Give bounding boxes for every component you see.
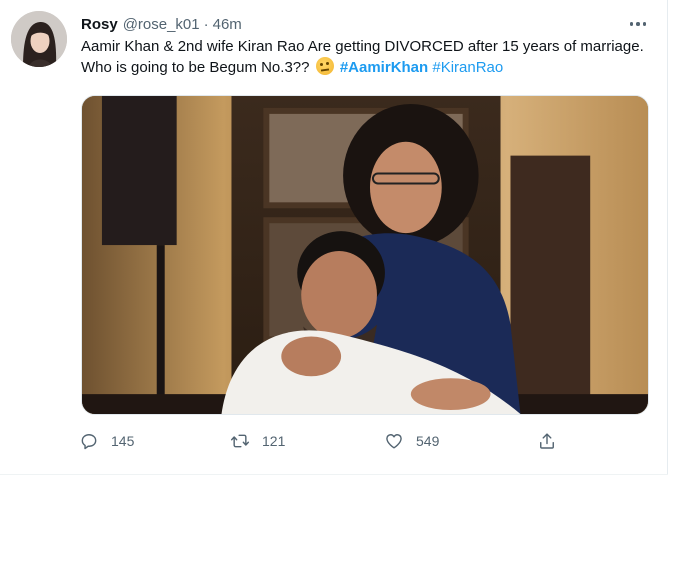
tweet[interactable]: Rosy @rose_k01 · 46m Aamir Khan & 2nd wi… [0,0,668,570]
share-icon [540,433,554,449]
thinking-face-icon [315,57,334,75]
more-icon[interactable] [626,14,650,34]
hashtag-kiranrao[interactable]: #KiranRao [432,59,503,76]
tweet-photo[interactable] [81,95,649,415]
author-name[interactable]: Rosy [81,16,118,33]
reply-count: 145 [111,433,135,449]
retweet-count: 121 [262,433,286,449]
separator-dot: · [203,15,209,33]
column-divider [667,0,668,475]
share-button[interactable] [537,428,557,454]
retweet-button[interactable]: 121 [230,428,285,454]
tweet-header: Rosy @rose_k01 · 46m [81,13,242,35]
timestamp[interactable]: 46m [213,16,242,33]
tweet-text: Aamir Khan & 2nd wife Kiran Rao Are gett… [81,36,651,78]
like-icon [386,434,402,449]
hashtag-aamirkhan[interactable]: #AamirKhan [340,59,428,76]
like-count: 549 [416,433,440,449]
avatar[interactable] [11,11,67,67]
retweet-icon [230,434,250,448]
tweet-divider [0,474,668,475]
reply-button[interactable]: 145 [79,428,134,454]
like-button[interactable]: 549 [384,428,439,454]
reply-icon [81,434,97,450]
tweet-actions: 145 121 549 [79,428,569,454]
author-handle[interactable]: @rose_k01 [123,16,200,33]
